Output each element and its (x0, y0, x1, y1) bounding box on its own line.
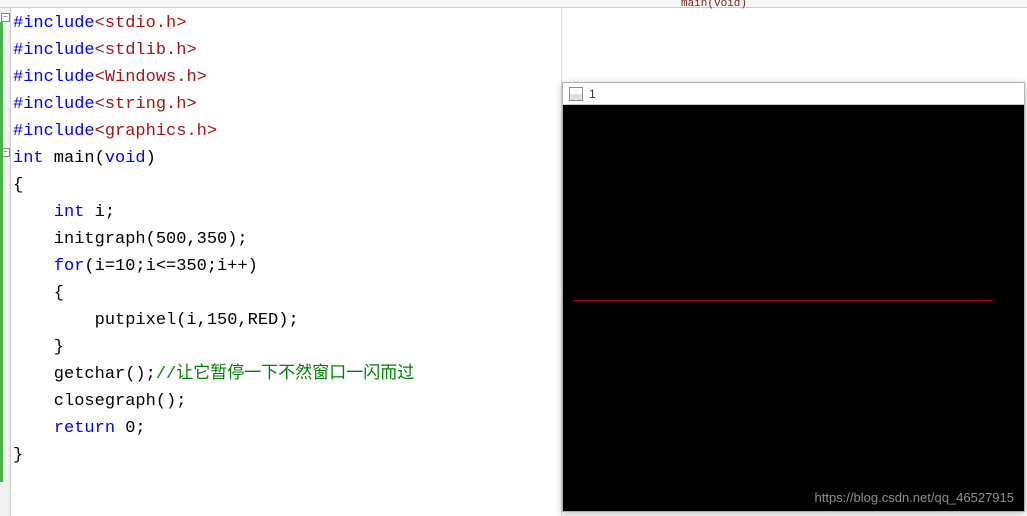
app-icon (569, 87, 583, 101)
top-toolbar: main(void) (0, 0, 1027, 8)
output-titlebar[interactable]: 1 (563, 83, 1024, 105)
code-line[interactable]: for(i=10;i<=350;i++) (13, 253, 561, 280)
code-content[interactable]: #include<stdio.h>#include<stdlib.h>#incl… (11, 8, 561, 516)
fold-toggle-icon[interactable] (1, 13, 10, 22)
code-line[interactable]: getchar();//让它暂停一下不然窗口一闪而过 (13, 361, 561, 388)
code-line[interactable]: initgraph(500,350); (13, 226, 561, 253)
watermark-text: https://blog.csdn.net/qq_46527915 (815, 490, 1015, 505)
code-line[interactable]: } (13, 442, 561, 469)
code-line[interactable]: #include<stdio.h> (13, 10, 561, 37)
code-line[interactable]: #include<stdlib.h> (13, 37, 561, 64)
change-marker (0, 22, 3, 482)
drawn-red-line (573, 300, 993, 301)
code-line[interactable]: return 0; (13, 415, 561, 442)
code-line[interactable]: closegraph(); (13, 388, 561, 415)
graphics-output-window[interactable]: 1 https://blog.csdn.net/qq_46527915 (562, 82, 1025, 512)
code-line[interactable]: { (13, 280, 561, 307)
output-window-title: 1 (589, 87, 596, 101)
code-line[interactable]: { (13, 172, 561, 199)
fold-gutter (0, 8, 11, 516)
code-line[interactable]: int main(void) (13, 145, 561, 172)
output-canvas: https://blog.csdn.net/qq_46527915 (563, 105, 1024, 511)
code-line[interactable]: #include<string.h> (13, 91, 561, 118)
code-line[interactable]: putpixel(i,150,RED); (13, 307, 561, 334)
code-line[interactable]: #include<Windows.h> (13, 64, 561, 91)
code-line[interactable]: } (13, 334, 561, 361)
code-line[interactable]: #include<graphics.h> (13, 118, 561, 145)
code-line[interactable]: int i; (13, 199, 561, 226)
breadcrumb-hint: main(void) (681, 0, 747, 10)
code-editor[interactable]: #include<stdio.h>#include<stdlib.h>#incl… (0, 8, 562, 516)
